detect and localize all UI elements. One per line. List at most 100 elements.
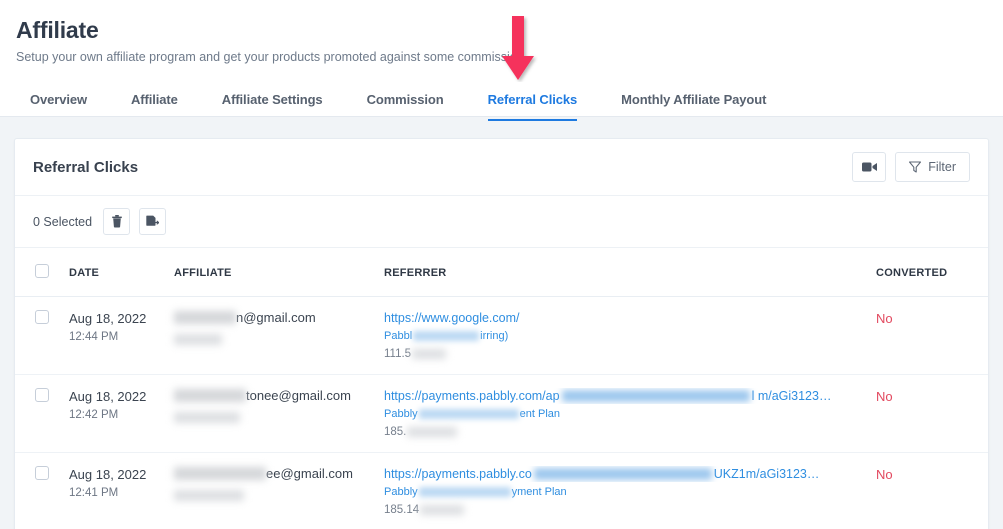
row-date: Aug 18, 2022 [69,311,147,326]
row-time: 12:42 PM [69,409,119,421]
redacted-affiliate-sub [174,334,222,346]
filter-button-label: Filter [928,160,956,174]
tab-overview[interactable]: Overview [30,92,87,121]
row-checkbox[interactable] [35,310,49,324]
row-ip-prefix: 185. [384,426,407,438]
tab-commission[interactable]: Commission [367,92,444,121]
row-converted-cell: No [858,452,988,529]
table-row[interactable]: Aug 18, 2022 12:42 PM tonee@gmail.com ht… [15,374,988,453]
tab-monthly-affiliate-payout[interactable]: Monthly Affiliate Payout [621,92,766,121]
row-ip-prefix: 185.14 [384,504,420,516]
row-ip-address: 111.5 [384,348,850,360]
row-referrer-sub-suffix: irring) [480,330,509,342]
tab-referral-clicks[interactable]: Referral Clicks [487,92,577,121]
redacted-ip [412,349,447,359]
selected-count-label: 0 Selected [33,214,93,229]
row-referrer-url-suffix: l m/aGi3123… [751,389,832,403]
row-converted-cell: No [858,374,988,453]
redacted-affiliate-sub [174,412,240,424]
row-ip-prefix: 111.5 [384,348,412,360]
redacted-affiliate-sub [174,490,244,502]
row-referrer-url-prefix: https://payments.pabbly.com/ap [384,389,560,403]
row-referrer-sub-suffix: ent Plan [519,408,561,420]
tab-affiliate[interactable]: Affiliate [131,92,178,121]
redacted-ip [420,505,465,515]
row-affiliate-email: tonee@gmail.com [246,388,351,403]
row-referrer-subtitle: Pabbl irring) [384,329,850,343]
column-header-date: DATE [61,248,166,297]
card-container: Referral Clicks Filter 0 Selected DATE A… [0,117,1003,529]
table-row[interactable]: Aug 18, 2022 12:41 PM ee@gmail.com https… [15,452,988,529]
redacted-referrer-sub [418,409,519,419]
referral-clicks-table: DATE AFFILIATE REFERRER CONVERTED Aug 18… [15,248,988,529]
row-date: Aug 18, 2022 [69,467,147,482]
video-tutorial-button[interactable] [852,152,887,182]
row-affiliate-cell: ee@gmail.com [166,452,376,529]
redacted-affiliate-name [174,467,266,480]
filter-button[interactable]: Filter [895,152,970,182]
table-body: Aug 18, 2022 12:44 PM n@gmail.com https:… [15,296,988,529]
row-checkbox[interactable] [35,466,49,480]
redacted-referrer-url [533,468,712,480]
row-date: Aug 18, 2022 [69,389,147,404]
row-referrer-sub-prefix: Pabbly [384,408,418,420]
page-subtitle: Setup your own affiliate program and get… [16,50,528,64]
row-referrer-url-suffix: UKZ1m/aGi3123… [713,467,820,481]
trash-icon [111,215,122,228]
page-title: Affiliate [16,17,99,43]
redacted-referrer-url [561,390,750,402]
row-date-cell: Aug 18, 2022 12:42 PM [61,374,166,453]
card-header: Referral Clicks Filter [15,139,988,196]
card-title: Referral Clicks [33,158,139,176]
redacted-referrer-sub [418,487,511,497]
column-header-affiliate: AFFILIATE [166,248,376,297]
row-select-cell [15,296,61,375]
column-header-converted: CONVERTED [858,248,988,297]
row-referrer-subtitle: Pabbly ent Plan [384,407,850,421]
converted-status: No [876,311,893,326]
row-affiliate-cell: n@gmail.com [166,296,376,375]
table-header-row: DATE AFFILIATE REFERRER CONVERTED [15,248,988,297]
file-export-icon [146,215,160,226]
redacted-referrer-sub [413,331,480,341]
redacted-ip [407,427,458,437]
row-select-cell [15,374,61,453]
delete-selected-button[interactable] [103,208,131,235]
select-all-header [15,248,61,297]
row-checkbox[interactable] [35,388,49,402]
row-referrer-cell: https://payments.pabbly.co UKZ1m/aGi3123… [376,452,858,529]
row-referrer-cell: https://www.google.com/ Pabbl irring) 11… [376,296,858,375]
page-header: Affiliate Setup your own affiliate progr… [0,0,1003,121]
converted-status: No [876,467,893,482]
row-converted-cell: No [858,296,988,375]
funnel-icon [909,161,922,173]
select-all-checkbox[interactable] [35,264,49,278]
converted-status: No [876,389,893,404]
row-ip-address: 185.14 [384,504,850,516]
row-referrer-link[interactable]: https://payments.pabbly.com/ap l m/aGi31… [384,388,850,404]
row-referrer-url-prefix: https://payments.pabbly.co [384,467,532,481]
row-date-cell: Aug 18, 2022 12:44 PM [61,296,166,375]
video-camera-icon [861,162,877,172]
row-affiliate-cell: tonee@gmail.com [166,374,376,453]
table-row[interactable]: Aug 18, 2022 12:44 PM n@gmail.com https:… [15,296,988,375]
row-referrer-link[interactable]: https://payments.pabbly.co UKZ1m/aGi3123… [384,466,850,482]
row-referrer-cell: https://payments.pabbly.com/ap l m/aGi31… [376,374,858,453]
table-header: DATE AFFILIATE REFERRER CONVERTED [15,248,988,297]
row-referrer-link[interactable]: https://www.google.com/ [384,310,850,326]
tab-affiliate-settings[interactable]: Affiliate Settings [222,92,323,121]
affiliate-referral-clicks-page: Affiliate Setup your own affiliate progr… [0,0,1003,529]
redacted-affiliate-name [174,389,246,402]
row-time: 12:44 PM [69,331,119,343]
export-selected-button[interactable] [139,208,167,235]
row-select-cell [15,452,61,529]
referral-clicks-card: Referral Clicks Filter 0 Selected DATE A… [14,138,989,529]
row-referrer-sub-prefix: Pabbl [384,330,413,342]
row-ip-address: 185. [384,426,850,438]
column-header-referrer: REFERRER [376,248,858,297]
tab-bar: Overview Affiliate Affiliate Settings Co… [16,81,987,121]
row-date-cell: Aug 18, 2022 12:41 PM [61,452,166,529]
row-time: 12:41 PM [69,487,119,499]
selection-toolbar: 0 Selected [15,196,988,248]
redacted-affiliate-name [174,311,236,324]
